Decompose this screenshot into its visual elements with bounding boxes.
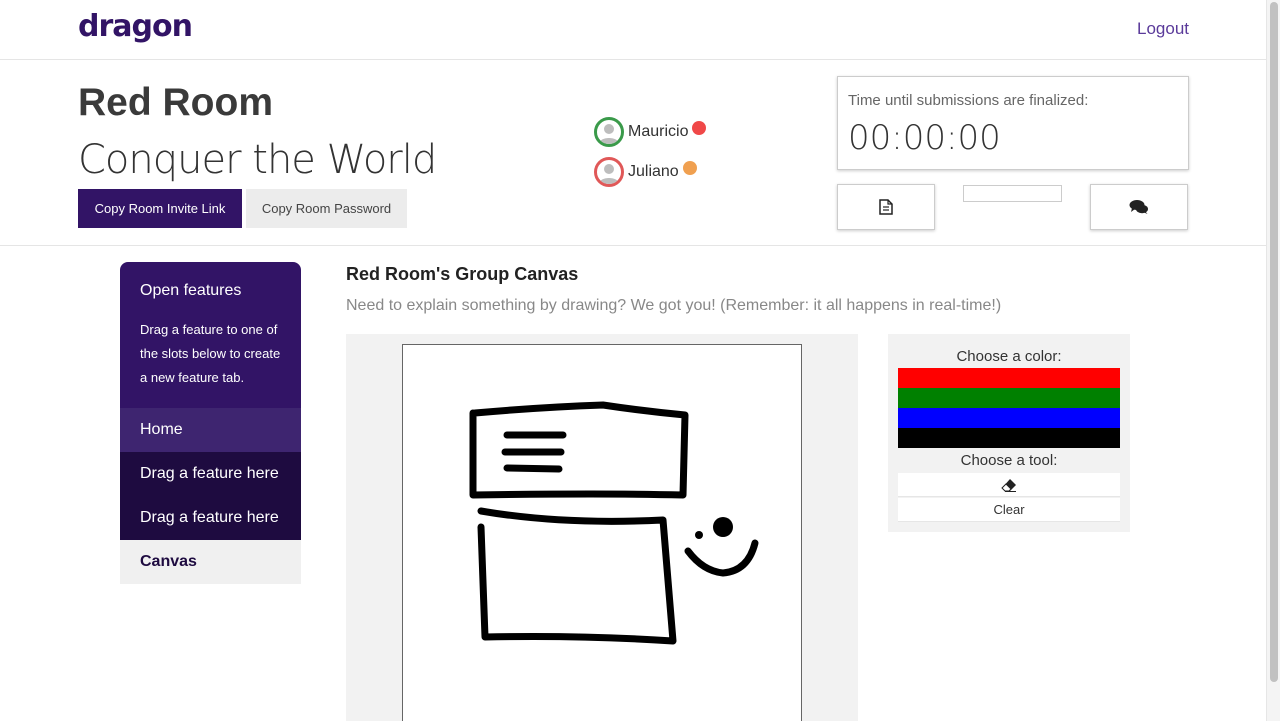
avatar — [594, 157, 624, 187]
canvas-area — [346, 334, 858, 721]
copy-password-button[interactable]: Copy Room Password — [246, 189, 407, 228]
room-subtitle: Conquer the World — [78, 137, 437, 183]
room-title: Red Room — [78, 81, 273, 124]
status-dot — [682, 161, 697, 175]
progress-bar — [963, 185, 1062, 202]
color-swatch-green[interactable] — [898, 388, 1120, 408]
eraser-icon — [1001, 478, 1016, 492]
sidebar-slot-1[interactable]: Drag a feature here — [120, 452, 301, 496]
canvas-description: Need to explain something by drawing? We… — [346, 297, 1002, 314]
member-name: Juliano — [628, 163, 679, 180]
copy-invite-link-button[interactable]: Copy Room Invite Link — [78, 189, 242, 228]
color-swatch-blue[interactable] — [898, 408, 1120, 428]
drawing-canvas[interactable] — [402, 344, 802, 721]
drawing-strokes — [469, 401, 759, 645]
color-label: Choose a color: — [956, 348, 1062, 365]
sidebar-slot-2[interactable]: Drag a feature here — [120, 496, 301, 540]
sidebar-item-canvas[interactable]: Canvas — [120, 540, 301, 584]
feature-sidebar: Open features Drag a feature to one of t… — [120, 262, 301, 584]
timer-label: Time until submissions are finalized: — [848, 92, 1089, 109]
document-button[interactable] — [837, 184, 935, 230]
sidebar-item-home[interactable]: Home — [120, 408, 301, 452]
document-icon — [879, 199, 893, 215]
clear-button[interactable]: Clear — [898, 498, 1120, 522]
open-features-panel: Open features Drag a feature to one of t… — [120, 262, 301, 408]
chat-icon — [1129, 200, 1148, 214]
user-icon — [599, 164, 619, 184]
color-swatch-black[interactable] — [898, 428, 1120, 448]
chat-button[interactable] — [1090, 184, 1188, 230]
member-mauricio: Mauricio — [594, 117, 707, 147]
avatar — [594, 117, 624, 147]
member-juliano: Juliano — [594, 157, 697, 187]
user-icon — [599, 124, 619, 144]
eraser-button[interactable] — [898, 473, 1120, 497]
open-features-heading: Open features — [140, 282, 242, 299]
member-name: Mauricio — [628, 123, 689, 140]
timer-box: Time until submissions are finalized: 00… — [837, 76, 1189, 170]
open-features-description: Drag a feature to one of the slots below… — [140, 322, 281, 385]
logout-link[interactable]: Logout — [1137, 19, 1189, 39]
status-dot — [692, 121, 707, 135]
color-swatch-red[interactable] — [898, 368, 1120, 388]
brand-logo[interactable]: dragon — [78, 9, 193, 44]
navbar: dragon Logout — [0, 0, 1266, 60]
room-header: Red Room Conquer the World Copy Room Inv… — [0, 61, 1266, 246]
canvas-title: Red Room's Group Canvas — [346, 264, 579, 284]
scrollbar-thumb[interactable] — [1270, 2, 1278, 682]
timer-value: 00:00:00 — [848, 118, 1001, 158]
tools-panel: Choose a color: Choose a tool: Clear — [888, 334, 1130, 532]
page-scrollbar[interactable] — [1266, 0, 1280, 721]
tool-label: Choose a tool: — [960, 452, 1058, 469]
